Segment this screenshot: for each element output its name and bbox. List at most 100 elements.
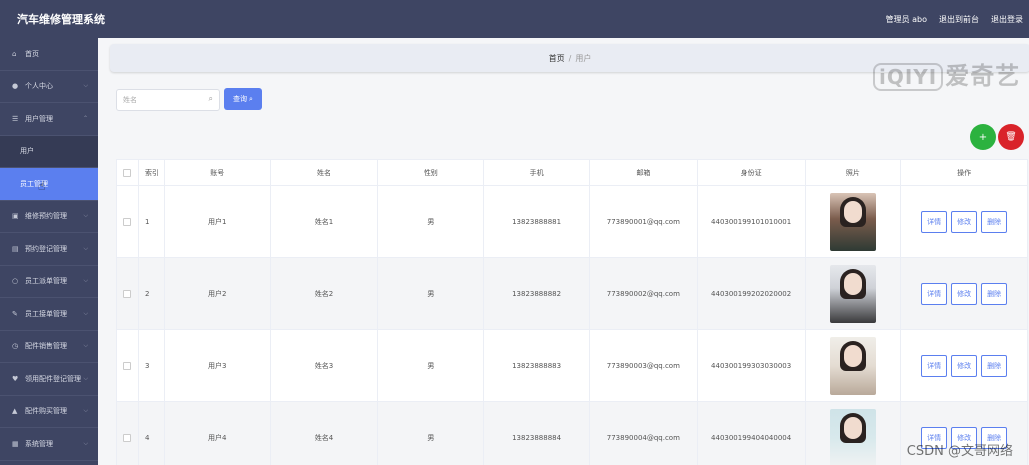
cell-name: 姓名1	[271, 186, 379, 257]
cell-photo	[806, 402, 902, 465]
row-checkbox-cell	[117, 186, 139, 257]
sidebar-item-parts-sales[interactable]: ◷ 配件销售管理 ⌵	[0, 331, 98, 363]
select-all-checkbox[interactable]	[123, 168, 132, 177]
main-content: 首页 / 用户 姓名 ⌕ 查询 ⌕ iQIYI 爱奇艺 + 🗑 索引 账号 姓名 …	[98, 38, 1029, 465]
data-table: 索引 账号 姓名 性别 手机 邮箱 身份证 照片 操作 1 用户1 姓名1 男 …	[116, 159, 1028, 465]
delete-button[interactable]: 删除	[981, 354, 1008, 377]
search-icon: ⌕	[208, 94, 213, 103]
sidebar: ⌂ 首页 ● 个人中心 ⌵ ☰ 用户管理 ⌃ 用户 员工管理 ☝ ▣ 维修预约管…	[0, 38, 98, 465]
sidebar-item-profile[interactable]: ● 个人中心 ⌵	[0, 71, 98, 103]
row-checkbox[interactable]	[123, 361, 132, 370]
clipboard-icon: ▤	[12, 244, 19, 253]
chevron-down-icon: ⌵	[83, 342, 88, 350]
chevron-down-icon: ⌵	[83, 82, 88, 90]
cell-idcard: 440300199303030003	[698, 330, 806, 401]
settings-icon: ▦	[12, 439, 19, 448]
cell-idcard: 440300199404040004	[698, 402, 806, 465]
logout-link[interactable]: 退出登录	[991, 14, 1023, 25]
iqiyi-text: 爱奇艺	[945, 62, 1021, 90]
sidebar-item-label: 配件购买管理	[25, 407, 67, 416]
cell-index: 1	[139, 186, 165, 257]
breadcrumb-current: 用户	[575, 53, 592, 63]
user-photo	[829, 336, 876, 395]
table-header-row: 索引 账号 姓名 性别 手机 邮箱 身份证 照片 操作	[117, 160, 1027, 186]
add-button[interactable]: +	[970, 124, 996, 150]
cell-phone: 13823888881	[484, 186, 590, 257]
cell-index: 3	[139, 330, 165, 401]
column-header: 账号	[165, 160, 271, 185]
query-button[interactable]: 查询 ⌕	[224, 88, 262, 110]
chevron-down-icon: ⌵	[83, 439, 88, 447]
cell-sex: 男	[378, 186, 485, 257]
edit-button[interactable]: 修改	[951, 210, 978, 233]
sidebar-item-system[interactable]: ▦ 系统管理 ⌵	[0, 428, 98, 461]
chevron-down-icon: ⌵	[83, 212, 88, 220]
sidebar-item-parts-register[interactable]: ♥ 领用配件登记管理 ⌵	[0, 363, 98, 396]
delete-button[interactable]: 删除	[981, 282, 1008, 305]
cell-sex: 男	[378, 258, 485, 329]
table-row: 2 用户2 姓名2 男 13823888882 773890002@qq.com…	[117, 258, 1027, 330]
column-header: 照片	[806, 160, 902, 185]
user-photo	[829, 192, 876, 251]
user-icon: ●	[12, 82, 19, 91]
cell-phone: 13823888882	[484, 258, 590, 329]
csdn-watermark: CSDN @文哥网络	[906, 444, 1013, 459]
edit-button[interactable]: 修改	[951, 282, 978, 305]
sidebar-item-label: 领用配件登记管理	[25, 374, 81, 383]
sidebar-item-dispatch[interactable]: ○ 员工派单管理 ⌵	[0, 266, 98, 298]
sidebar-item-user-management[interactable]: ☰ 用户管理 ⌃	[0, 103, 98, 136]
sidebar-item-label: 配件销售管理	[25, 342, 67, 351]
sidebar-item-label: 用户	[20, 147, 34, 156]
cell-index: 4	[139, 402, 165, 465]
app-title: 汽车维修管理系统	[17, 13, 105, 26]
delete-button[interactable]: 删除	[981, 210, 1008, 233]
row-checkbox[interactable]	[123, 289, 132, 298]
sales-icon: ◷	[12, 342, 19, 351]
column-header: 邮箱	[590, 160, 698, 185]
column-header: 索引	[139, 160, 165, 185]
detail-button[interactable]: 详情	[921, 210, 948, 233]
search-icon: ⌕	[249, 94, 253, 103]
hand-cursor-icon: ☝	[38, 179, 46, 193]
chevron-down-icon: ⌵	[83, 309, 88, 317]
cell-operations: 详情 修改 删除	[901, 258, 1027, 329]
top-bar: 汽车维修管理系统 管理员 abo 退出到前台 退出登录	[0, 0, 1029, 38]
edit-button[interactable]: 修改	[951, 354, 978, 377]
sidebar-item-users[interactable]: 用户	[0, 135, 98, 168]
search-placeholder: 姓名	[123, 96, 137, 104]
calendar-icon: ▣	[12, 212, 19, 221]
sidebar-item-label: 系统管理	[25, 439, 53, 448]
sidebar-item-receive[interactable]: ✎ 员工接单管理 ⌵	[0, 298, 98, 331]
cell-phone: 13823888883	[484, 330, 590, 401]
row-checkbox[interactable]	[123, 433, 132, 442]
receive-icon: ✎	[12, 309, 18, 318]
cell-email: 773890001@qq.com	[590, 186, 698, 257]
to-front-link[interactable]: 退出到前台	[939, 14, 979, 25]
cell-idcard: 440300199101010001	[698, 186, 806, 257]
row-checkbox[interactable]	[123, 217, 132, 226]
breadcrumb-home[interactable]: 首页	[549, 53, 565, 64]
sidebar-item-label: 员工派单管理	[25, 277, 67, 286]
row-checkbox-cell	[117, 330, 139, 401]
home-icon: ⌂	[12, 49, 17, 58]
admin-label: 管理员 abo	[885, 14, 927, 24]
cell-name: 姓名3	[271, 330, 379, 401]
detail-button[interactable]: 详情	[921, 354, 948, 377]
table-row: 4 用户4 姓名4 男 13823888884 773890004@qq.com…	[117, 402, 1027, 465]
users-icon: ☰	[12, 114, 19, 123]
iqiyi-logo: iQIYI	[873, 63, 944, 91]
name-search-input[interactable]: 姓名 ⌕	[116, 89, 220, 111]
sidebar-item-booking-register[interactable]: ▤ 预约登记管理 ⌵	[0, 233, 98, 266]
cell-photo	[806, 330, 902, 401]
sidebar-item-parts-purchase[interactable]: ▲ 配件购买管理 ⌵	[0, 396, 98, 428]
chevron-down-icon: ⌵	[83, 244, 88, 252]
batch-delete-button[interactable]: 🗑	[998, 124, 1024, 150]
cell-idcard: 440300199202020002	[698, 258, 806, 329]
sidebar-item-home[interactable]: ⌂ 首页	[0, 38, 98, 71]
sidebar-item-staff[interactable]: 员工管理 ☝	[0, 168, 98, 201]
cell-name: 姓名4	[271, 402, 379, 465]
cell-operations: 详情 修改 删除	[901, 330, 1027, 401]
sidebar-item-repair-booking[interactable]: ▣ 维修预约管理 ⌵	[0, 201, 98, 233]
sidebar-item-label: 员工接单管理	[25, 309, 67, 318]
detail-button[interactable]: 详情	[921, 282, 948, 305]
